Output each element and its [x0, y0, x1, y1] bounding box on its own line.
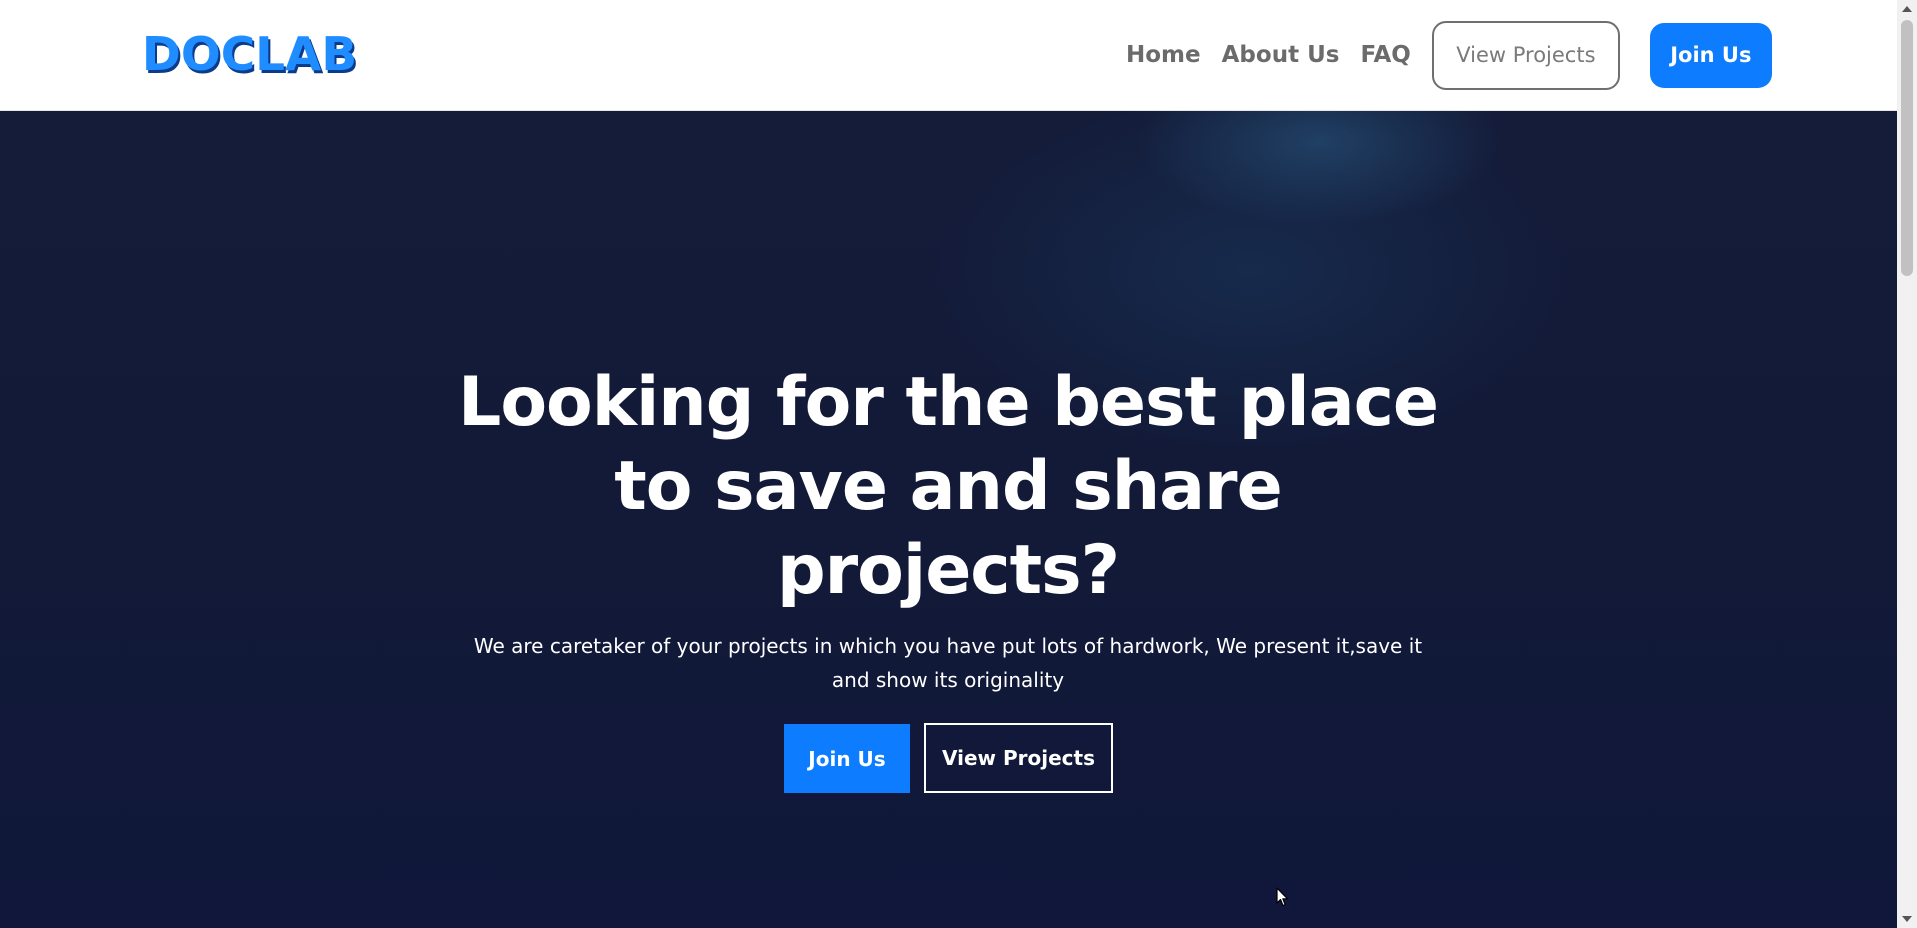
logo-text: DOCLAB	[141, 27, 358, 81]
nav-join-us-button[interactable]: Join Us	[1649, 22, 1772, 88]
navbar: DOCLAB Home About Us FAQ View Projects J…	[0, 0, 1897, 111]
hero-section: Looking for the best place to save and s…	[0, 111, 1897, 928]
scrollbar[interactable]	[1897, 0, 1917, 928]
nav-link-home[interactable]: Home	[1126, 42, 1201, 68]
hero-view-projects-button[interactable]: View Projects	[924, 723, 1113, 793]
nav-links: Home About Us FAQ View Projects Join Us	[1126, 0, 1772, 110]
arrow-up-icon[interactable]	[1902, 6, 1912, 12]
arrow-down-icon[interactable]	[1902, 916, 1912, 922]
hero-join-us-button[interactable]: Join Us	[784, 724, 910, 793]
hero-title: Looking for the best place to save and s…	[457, 363, 1439, 610]
mouse-pointer-icon	[1276, 887, 1289, 907]
nav-link-about-us[interactable]: About Us	[1222, 42, 1340, 68]
nav-view-projects-button[interactable]: View Projects	[1431, 20, 1620, 90]
nav-link-faq[interactable]: FAQ	[1360, 42, 1410, 68]
logo[interactable]: DOCLAB	[141, 26, 358, 82]
page: DOCLAB Home About Us FAQ View Projects J…	[0, 0, 1917, 928]
hero-subtitle: We are caretaker of your projects in whi…	[473, 634, 1423, 692]
scrollbar-thumb[interactable]	[1901, 20, 1913, 276]
